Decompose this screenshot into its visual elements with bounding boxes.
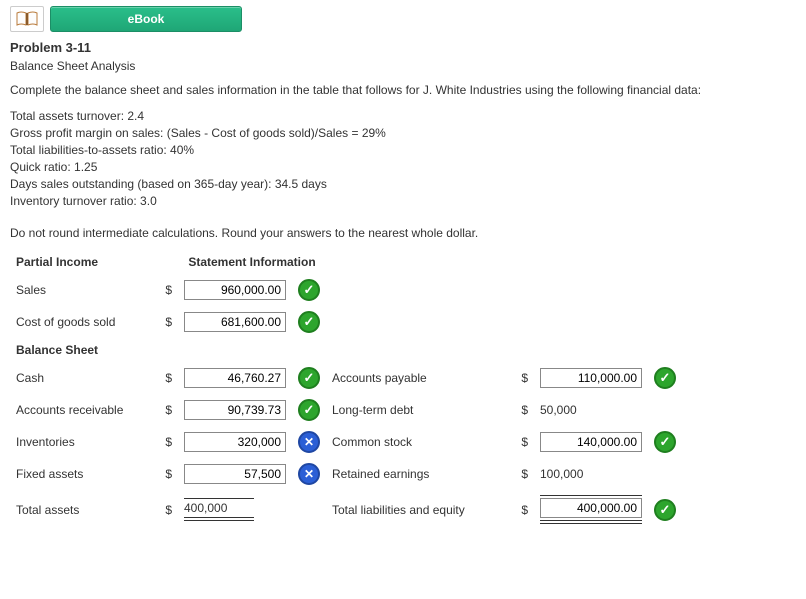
label-retained-earnings: Retained earnings (326, 458, 508, 490)
label-fixed-assets: Fixed assets (10, 458, 152, 490)
check-icon: ✓ (654, 499, 676, 521)
book-icon (10, 6, 44, 32)
instructions-text: Complete the balance sheet and sales inf… (10, 83, 796, 97)
label-ltd: Long-term debt (326, 394, 508, 426)
label-total-assets: Total assets (10, 490, 152, 529)
dollar-sign: $ (508, 362, 534, 394)
label-ap: Accounts payable (326, 362, 508, 394)
dollar-sign: $ (152, 362, 178, 394)
x-icon: ✕ (298, 463, 320, 485)
input-sales[interactable] (184, 280, 286, 300)
problem-title: Problem 3-11 (10, 40, 796, 55)
financial-data-list: Total assets turnover: 2.4 Gross profit … (10, 109, 796, 208)
check-icon: ✓ (654, 431, 676, 453)
label-cash: Cash (10, 362, 152, 394)
input-cash[interactable] (184, 368, 286, 388)
financial-data-item: Gross profit margin on sales: (Sales - C… (10, 126, 796, 140)
input-inventories[interactable] (184, 432, 286, 452)
financial-data-item: Days sales outstanding (based on 365-day… (10, 177, 796, 191)
value-ltd: 50,000 (540, 403, 581, 417)
dollar-sign: $ (508, 490, 534, 529)
rounding-note: Do not round intermediate calculations. … (10, 226, 796, 240)
problem-subtitle: Balance Sheet Analysis (10, 59, 796, 73)
input-fixed-assets[interactable] (184, 464, 286, 484)
dollar-sign: $ (152, 274, 178, 306)
input-common-stock[interactable] (540, 432, 642, 452)
ebook-button[interactable]: eBook (50, 6, 242, 32)
label-ar: Accounts receivable (10, 394, 152, 426)
dollar-sign: $ (152, 394, 178, 426)
check-icon: ✓ (298, 279, 320, 301)
value-retained-earnings: 100,000 (540, 467, 587, 481)
dollar-sign: $ (508, 426, 534, 458)
label-common-stock: Common stock (326, 426, 508, 458)
input-total-liab-equity[interactable] (540, 498, 642, 518)
dollar-sign: $ (152, 458, 178, 490)
label-sales: Sales (10, 274, 152, 306)
label-cogs: Cost of goods sold (10, 306, 152, 338)
financial-data-item: Total assets turnover: 2.4 (10, 109, 796, 123)
financial-data-item: Quick ratio: 1.25 (10, 160, 796, 174)
dollar-sign: $ (152, 306, 178, 338)
x-icon: ✕ (298, 431, 320, 453)
header-statement-info: Statement Information (178, 250, 326, 274)
balance-sheet-table: Partial Income Statement Information Sal… (10, 250, 682, 529)
check-icon: ✓ (654, 367, 676, 389)
dollar-sign: $ (152, 426, 178, 458)
financial-data-item: Total liabilities-to-assets ratio: 40% (10, 143, 796, 157)
check-icon: ✓ (298, 399, 320, 421)
dollar-sign: $ (152, 490, 178, 529)
value-total-assets: 400,000 (184, 498, 254, 521)
check-icon: ✓ (298, 311, 320, 333)
header-partial-income: Partial Income (10, 250, 152, 274)
label-total-liab-equity: Total liabilities and equity (326, 490, 508, 529)
input-ar[interactable] (184, 400, 286, 420)
dollar-sign: $ (508, 394, 534, 426)
header-balance-sheet: Balance Sheet (10, 338, 682, 362)
dollar-sign: $ (508, 458, 534, 490)
financial-data-item: Inventory turnover ratio: 3.0 (10, 194, 796, 208)
input-ap[interactable] (540, 368, 642, 388)
input-cogs[interactable] (184, 312, 286, 332)
check-icon: ✓ (298, 367, 320, 389)
label-inventories: Inventories (10, 426, 152, 458)
